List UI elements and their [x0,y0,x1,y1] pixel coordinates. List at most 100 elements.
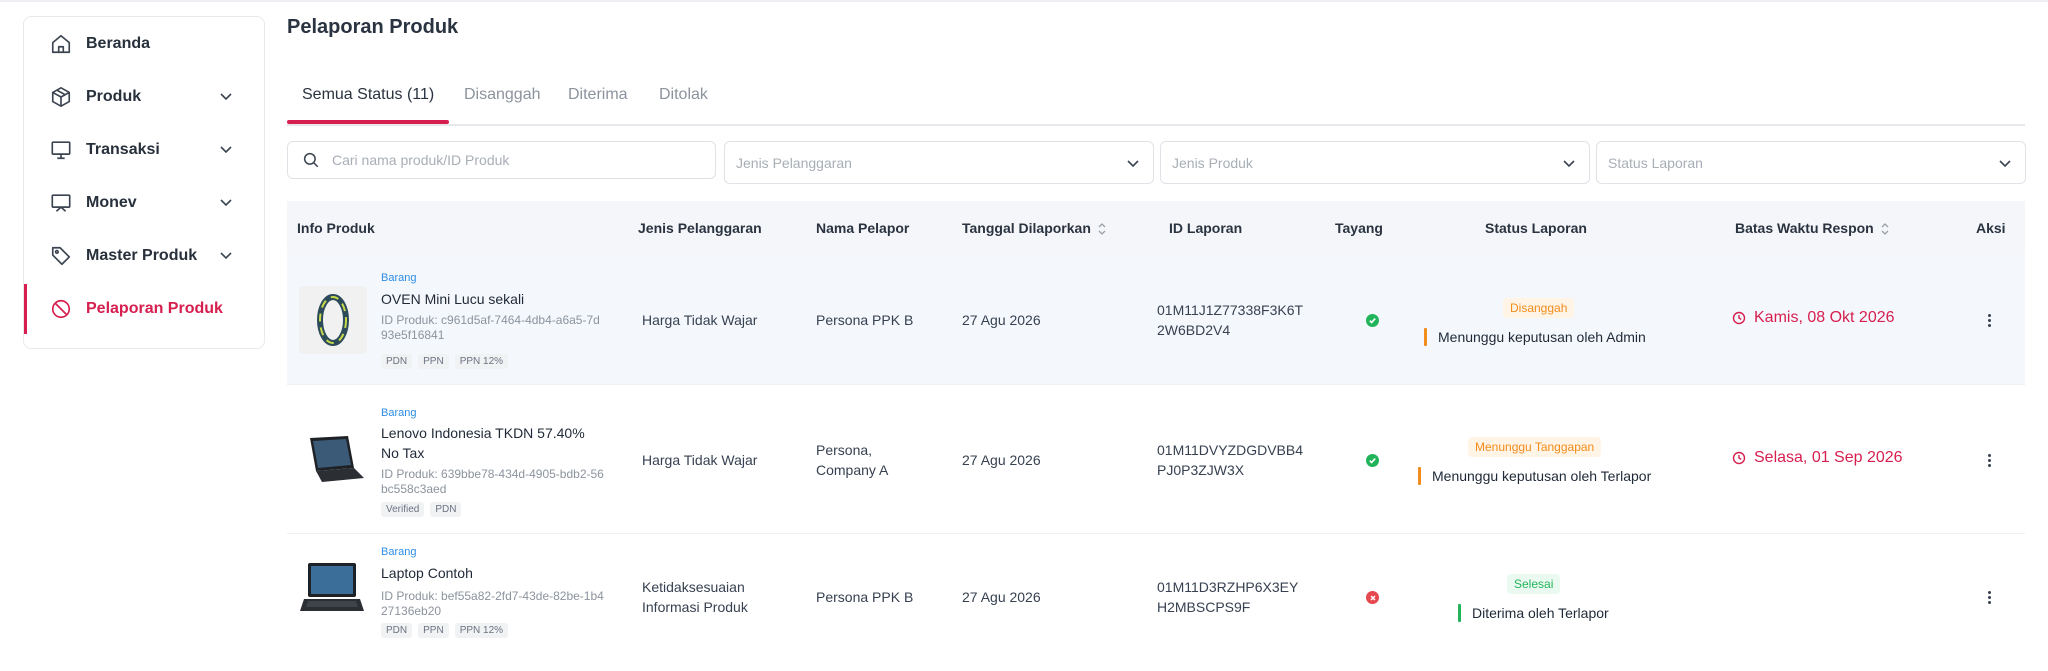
reporter-name: Persona PPK B [816,312,914,328]
search-icon [303,152,319,168]
sidebar-item-master-produk[interactable]: Master Produk [24,229,264,282]
reporter-name: Persona PPK B [816,589,914,605]
more-actions-button[interactable] [1981,312,1997,328]
status-description: Diterima oleh Terlapor [1458,604,1609,622]
badge: PPN 12% [454,354,509,369]
status-tabs: Semua Status (11) Disanggah Diterima Dit… [287,78,2025,126]
product-badges: PDN PPN PPN 12% [381,623,509,638]
product-id: ID Produk: c961d5af-7464-4db4-a6a5-7d93e… [381,313,600,342]
sidebar-item-produk[interactable]: Produk [24,70,264,123]
reporter-name: Persona, Company A [816,442,889,478]
col-status-laporan: Status Laporan [1485,220,1587,236]
product-name[interactable]: Lenovo Indonesia TKDN 57.40% No Tax [381,423,605,463]
select-placeholder: Jenis Pelanggaran [736,154,852,171]
sidebar-item-label: Master Produk [86,246,198,264]
col-id-laporan: ID Laporan [1169,220,1243,236]
tab-diterima[interactable]: Diterima [568,86,628,104]
product-type-label: Barang [381,546,417,558]
more-actions-button[interactable] [1981,452,1997,468]
tab-disanggah[interactable]: Disanggah [464,86,541,104]
x-circle-icon [1366,591,1379,604]
product-badges: PDN PPN PPN 12% [381,354,509,369]
sidebar-item-label: Transaksi [86,140,160,158]
badge: PDN [381,623,413,638]
chevron-down-icon [220,199,232,207]
response-deadline: Selasa, 01 Sep 2026 [1732,449,1903,467]
sidebar: Beranda Produk Transaksi Monev Master Pr… [23,16,265,349]
col-tanggal-dilaporkan[interactable]: Tanggal Dilaporkan [962,220,1107,237]
deadline-text: Selasa, 01 Sep 2026 [1754,449,1903,466]
product-image [299,425,367,493]
select-placeholder: Jenis Produk [1172,154,1253,171]
report-id: 01M11D3RZHP6X3EYH2MBSCPS9F [1157,579,1299,615]
chevron-down-icon [220,93,232,101]
product-type-label: Barang [381,272,417,284]
col-aksi: Aksi [1976,220,2006,236]
check-circle-icon [1366,454,1379,467]
status-badge: Menunggu Tanggapan [1468,437,1602,457]
status-badge: Selesai [1507,574,1561,594]
status-description: Menunggu keputusan oleh Terlapor [1418,467,1651,485]
report-date: 27 Agu 2026 [962,452,1041,468]
badge: Verified [381,502,425,517]
top-divider [0,0,2048,2]
product-type-label: Barang [381,407,417,419]
presentation-icon [50,192,72,214]
sidebar-item-pelaporan-produk[interactable]: Pelaporan Produk [24,282,264,335]
col-nama-pelapor: Nama Pelapor [816,220,910,236]
status-description: Menunggu keputusan oleh Admin [1424,328,1646,346]
chevron-down-icon [1999,160,2011,168]
page-title: Pelaporan Produk [287,16,459,38]
product-id: ID Produk: bef55a82-2fd7-43de-82be-1b427… [381,589,604,618]
badge: PDN [430,502,462,517]
col-info-produk: Info Produk [297,220,375,236]
report-date: 27 Agu 2026 [962,312,1041,328]
report-id: 01M11DVYZDGDVBB4PJ0P3ZJW3X [1157,442,1304,478]
chevron-down-icon [220,252,232,260]
report-status-select[interactable]: Status Laporan [1596,141,2026,184]
report-table: Info Produk Jenis Pelanggaran Nama Pelap… [287,201,2025,671]
product-id: ID Produk: 639bbe78-434d-4905-bdb2-56bc5… [381,467,604,496]
sidebar-item-beranda[interactable]: Beranda [24,17,264,70]
clock-icon [1732,311,1746,325]
chevron-down-icon [1563,160,1575,168]
table-row[interactable]: Barang Laptop Contoh ID Produk: bef55a82… [287,534,2025,671]
product-badges: Verified PDN [381,502,462,517]
violation-type: Harga Tidak Wajar [642,452,758,468]
sidebar-item-label: Monev [86,193,137,211]
badge: PDN [381,354,413,369]
active-tab-indicator [287,120,449,124]
sidebar-item-monev[interactable]: Monev [24,176,264,229]
check-circle-icon [1366,314,1379,327]
customer-type-select[interactable]: Jenis Pelanggaran [724,141,1154,184]
response-deadline: Kamis, 08 Okt 2026 [1732,309,1895,327]
product-type-select[interactable]: Jenis Produk [1160,141,1590,184]
col-tayang: Tayang [1335,220,1383,236]
tag-icon [50,245,72,267]
clock-icon [1732,451,1746,465]
more-actions-button[interactable] [1981,589,1997,605]
badge: PPN 12% [454,623,509,638]
col-label: Tanggal Dilaporkan [962,220,1091,236]
table-row[interactable]: Barang OVEN Mini Lucu sekali ID Produk: … [287,255,2025,385]
product-name[interactable]: Laptop Contoh [381,563,605,583]
product-name[interactable]: OVEN Mini Lucu sekali [381,289,605,309]
sort-icon [1098,223,1106,236]
report-date: 27 Agu 2026 [962,589,1041,605]
search-input[interactable] [332,152,692,168]
tab-semua-status[interactable]: Semua Status (11) [302,86,434,104]
sidebar-item-transaksi[interactable]: Transaksi [24,123,264,176]
ban-icon [50,298,72,320]
col-batas-waktu-respon[interactable]: Batas Waktu Respon [1735,220,1890,237]
report-id: 01M11J1Z77338F3K6T2W6BD2V4 [1157,302,1304,338]
home-icon [50,33,72,55]
product-image [299,286,367,354]
sidebar-item-label: Beranda [86,34,151,52]
col-label: Batas Waktu Respon [1735,220,1874,236]
chevron-down-icon [1127,160,1139,168]
product-image [299,556,367,624]
table-row[interactable]: Barang Lenovo Indonesia TKDN 57.40% No T… [287,385,2025,534]
violation-type: Harga Tidak Wajar [642,312,758,328]
tab-ditolak[interactable]: Ditolak [659,86,708,104]
violation-type: Ketidaksesuaian Informasi Produk [642,579,748,615]
